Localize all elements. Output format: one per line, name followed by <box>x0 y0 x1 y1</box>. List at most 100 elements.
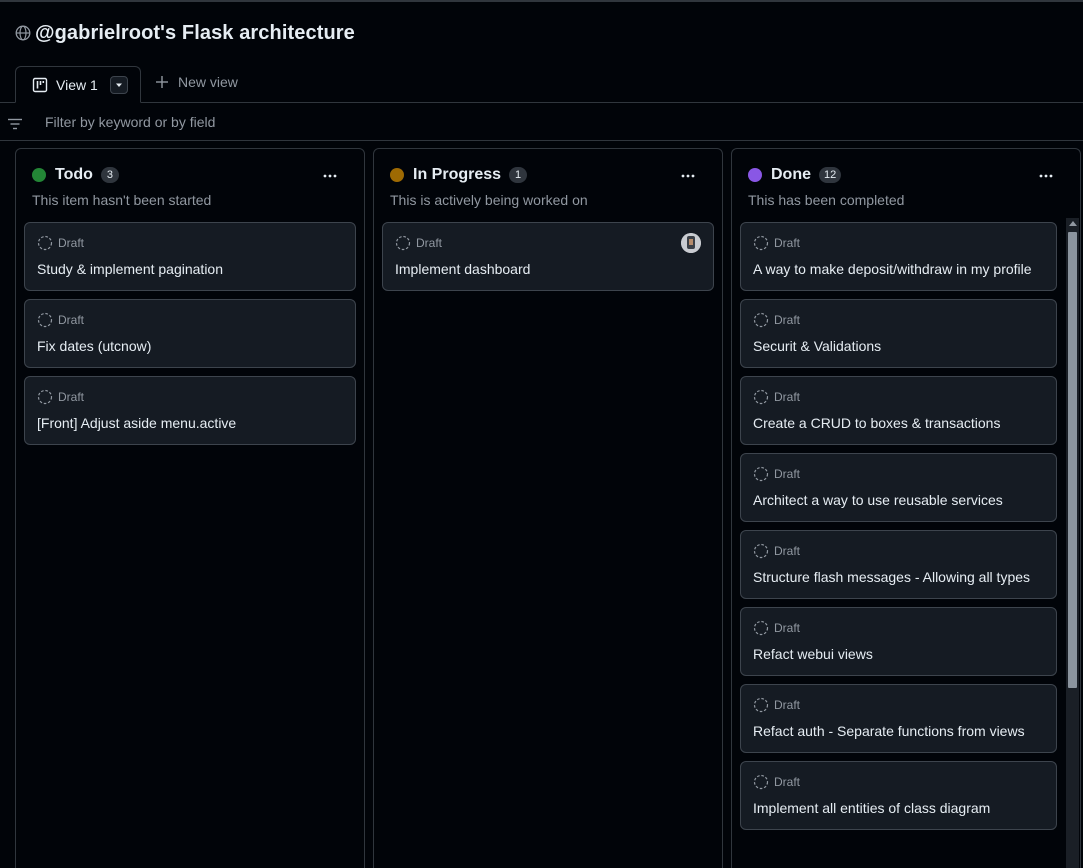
new-view-label: New view <box>178 74 238 90</box>
filter-icon[interactable] <box>7 116 23 132</box>
column-in-progress: In Progress 1 This is actively being worke… <box>373 148 723 868</box>
board-icon <box>32 77 48 92</box>
status-color-dot <box>32 168 46 182</box>
card-list: Draft Study & implement pagination Draft Fi… <box>24 222 356 453</box>
draft-issue-icon <box>37 235 53 251</box>
card-title[interactable]: Implement all entities of class diagram <box>753 799 1044 817</box>
card-list: Draft A way to make deposit/withdraw in m… <box>740 222 1057 838</box>
draft-issue-icon <box>395 235 411 251</box>
scroll-up-arrow-icon[interactable] <box>1069 221 1077 226</box>
page-title: @gabrielroot's Flask architecture <box>35 21 355 44</box>
draft-status: Draft <box>37 389 343 405</box>
draft-status: Draft <box>753 620 1044 636</box>
draft-issue-icon <box>753 543 769 559</box>
column-header: Todo 3 <box>32 164 354 186</box>
view-tabs: View 1 New view <box>0 66 1083 103</box>
card-title[interactable]: Refact auth - Separate functions from vi… <box>753 722 1044 740</box>
status-color-dot <box>390 168 404 182</box>
globe-icon <box>15 25 31 41</box>
column-title: Done <box>771 166 811 183</box>
draft-card[interactable]: Draft Implement all entities of class dia… <box>740 761 1057 830</box>
status-color-dot <box>748 168 762 182</box>
draft-status: Draft <box>395 235 701 251</box>
draft-issue-icon <box>37 312 53 328</box>
card-title[interactable]: Study & implement pagination <box>37 260 343 278</box>
draft-label: Draft <box>58 236 85 250</box>
kebab-horizontal-icon <box>1039 174 1053 178</box>
column-menu-button[interactable] <box>316 166 344 186</box>
card-title[interactable]: Fix dates (utcnow) <box>37 337 343 355</box>
card-title[interactable]: Structure flash messages - Allowing all … <box>753 568 1044 586</box>
draft-issue-icon <box>753 389 769 405</box>
draft-card[interactable]: Draft Refact webui views <box>740 607 1057 676</box>
draft-card[interactable]: Draft A way to make deposit/withdraw in m… <box>740 222 1057 291</box>
card-title[interactable]: Securit & Validations <box>753 337 1044 355</box>
column-title: In Progress <box>413 166 502 183</box>
done-column-scrollbar[interactable] <box>1066 218 1079 868</box>
draft-card[interactable]: Draft Refact auth - Separate functions fr… <box>740 684 1057 753</box>
scroll-thumb[interactable] <box>1068 232 1077 688</box>
avatar-icon <box>681 233 701 253</box>
draft-label: Draft <box>58 313 85 327</box>
new-view-button[interactable]: New view <box>154 74 238 90</box>
triangle-down-icon <box>115 83 122 87</box>
item-count-badge: 12 <box>819 167 842 183</box>
draft-label: Draft <box>774 390 801 404</box>
card-title[interactable]: Implement dashboard <box>395 260 701 278</box>
draft-card[interactable]: Draft Securit & Validations <box>740 299 1057 368</box>
assignee-avatar[interactable] <box>681 233 701 253</box>
draft-label: Draft <box>58 390 85 404</box>
column-done: Done 12 This has been completed Draft A way … <box>731 148 1081 868</box>
tab-label: View 1 <box>56 76 98 93</box>
draft-issue-icon <box>753 774 769 790</box>
card-title[interactable]: Architect a way to use reusable services <box>753 491 1044 509</box>
draft-label: Draft <box>774 313 801 327</box>
draft-issue-icon <box>753 235 769 251</box>
tab-view-1[interactable]: View 1 <box>15 66 141 103</box>
draft-card[interactable]: Draft Structure flash messages - Allowing… <box>740 530 1057 599</box>
draft-label: Draft <box>774 467 801 481</box>
draft-status: Draft <box>753 697 1044 713</box>
column-menu-button[interactable] <box>1032 166 1060 186</box>
draft-label: Draft <box>774 236 801 250</box>
draft-label: Draft <box>774 621 801 635</box>
top-border <box>0 0 1083 2</box>
column-title: Todo <box>55 166 93 183</box>
column-header: Done 12 <box>748 164 1070 186</box>
draft-issue-icon <box>753 620 769 636</box>
draft-card[interactable]: Draft Implement dashboard <box>382 222 714 291</box>
draft-card[interactable]: Draft Fix dates (utcnow) <box>24 299 356 368</box>
draft-status: Draft <box>753 389 1044 405</box>
draft-status: Draft <box>753 466 1044 482</box>
item-count-badge: 3 <box>100 167 119 183</box>
filter-input[interactable] <box>45 112 645 132</box>
card-list: Draft Implement dashboard <box>382 222 714 299</box>
card-title[interactable]: [Front] Adjust aside menu.active <box>37 414 343 432</box>
card-title[interactable]: Refact webui views <box>753 645 1044 663</box>
view-options-button[interactable] <box>109 75 128 94</box>
column-description: This is actively being worked on <box>390 192 588 208</box>
draft-label: Draft <box>416 236 443 250</box>
project-header: @gabrielroot's Flask architecture <box>15 20 355 46</box>
draft-issue-icon <box>753 312 769 328</box>
item-count-badge: 1 <box>509 167 528 183</box>
draft-status: Draft <box>753 312 1044 328</box>
draft-status: Draft <box>37 312 343 328</box>
draft-issue-icon <box>37 389 53 405</box>
draft-card[interactable]: Draft Study & implement pagination <box>24 222 356 291</box>
column-description: This item hasn't been started <box>32 192 212 208</box>
column-todo: Todo 3 This item hasn't been started Draft S… <box>15 148 365 868</box>
card-title[interactable]: Create a CRUD to boxes & transactions <box>753 414 1044 432</box>
column-menu-button[interactable] <box>674 166 702 186</box>
kebab-horizontal-icon <box>681 174 695 178</box>
draft-issue-icon <box>753 466 769 482</box>
draft-card[interactable]: Draft [Front] Adjust aside menu.active <box>24 376 356 445</box>
draft-label: Draft <box>774 544 801 558</box>
card-title[interactable]: A way to make deposit/withdraw in my pro… <box>753 260 1044 278</box>
draft-label: Draft <box>774 775 801 789</box>
draft-card[interactable]: Draft Architect a way to use reusable ser… <box>740 453 1057 522</box>
draft-status: Draft <box>37 235 343 251</box>
plus-icon <box>156 76 168 88</box>
draft-card[interactable]: Draft Create a CRUD to boxes & transactio… <box>740 376 1057 445</box>
draft-label: Draft <box>774 698 801 712</box>
